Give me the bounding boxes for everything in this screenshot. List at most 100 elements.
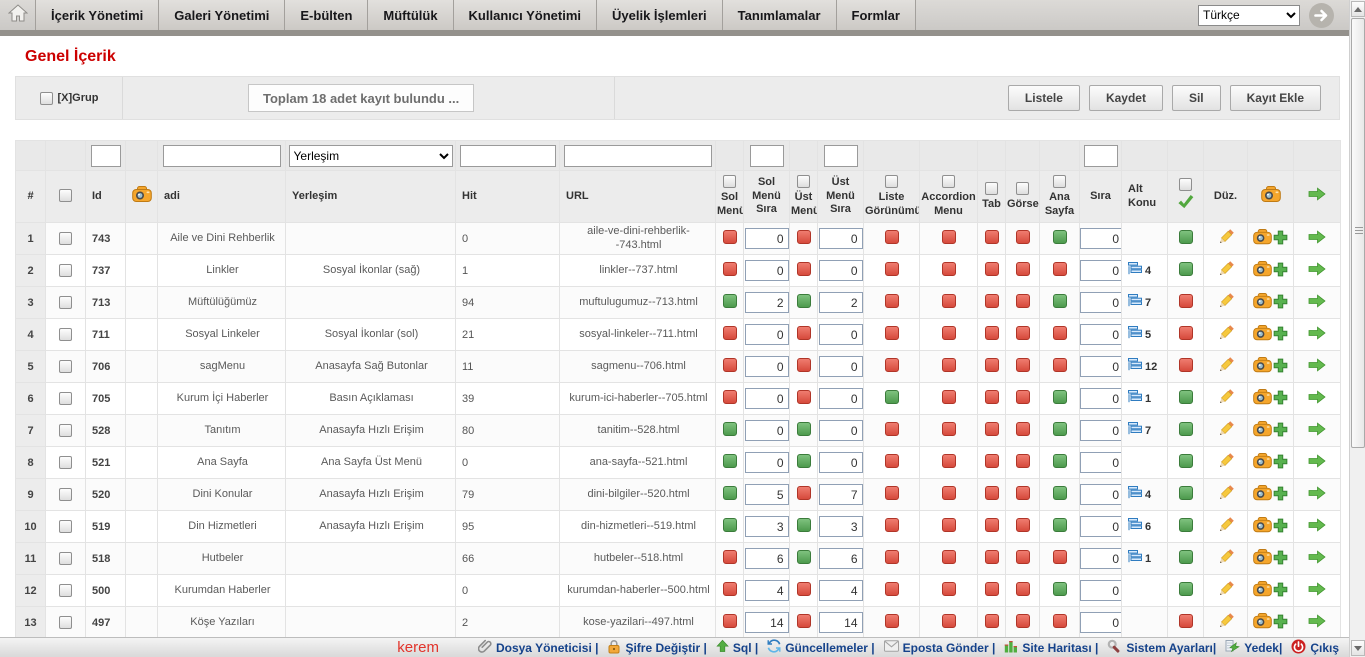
pencil-icon[interactable] <box>1217 388 1235 406</box>
durum-toggle[interactable] <box>1179 550 1193 564</box>
footer-link-6[interactable]: Sistem Ayarları| <box>1107 639 1216 657</box>
green-arrow-icon[interactable] <box>1308 326 1326 340</box>
liste-gorunumu-toggle[interactable] <box>885 390 899 404</box>
ana-sayfa-toggle[interactable] <box>1053 390 1067 404</box>
durum-toggle[interactable] <box>1179 262 1193 276</box>
plus-icon[interactable] <box>1273 294 1288 309</box>
liste-gorunumu-toggle[interactable] <box>885 614 899 628</box>
footer-link-0[interactable]: Dosya Yöneticisi | <box>478 639 599 656</box>
ana-sayfa-toggle[interactable] <box>1053 550 1067 564</box>
sira-input[interactable] <box>1080 548 1122 569</box>
sol-menu-toggle[interactable] <box>723 230 737 244</box>
camera-icon[interactable] <box>1253 261 1272 276</box>
approve-header-checkbox[interactable] <box>1179 178 1192 191</box>
camera-icon[interactable] <box>1253 453 1272 468</box>
row-checkbox[interactable] <box>59 392 72 405</box>
sol-menu-toggle[interactable] <box>723 550 737 564</box>
plus-icon[interactable] <box>1273 550 1288 565</box>
ana-sayfa-toggle[interactable] <box>1053 582 1067 596</box>
ana-sayfa-toggle[interactable] <box>1053 326 1067 340</box>
plus-icon[interactable] <box>1273 390 1288 405</box>
sol-menu-sira-input[interactable] <box>745 292 789 313</box>
gorsel-header-checkbox[interactable] <box>1016 182 1029 195</box>
sol-menu-sira-input[interactable] <box>745 452 789 473</box>
ana-sayfa-toggle[interactable] <box>1053 614 1067 628</box>
green-arrow-icon[interactable] <box>1308 614 1326 628</box>
pencil-icon[interactable] <box>1217 452 1235 470</box>
row-checkbox[interactable] <box>59 520 72 533</box>
subitems-link[interactable]: 4 <box>1128 486 1151 503</box>
nav-item-7[interactable]: Formlar <box>837 0 916 30</box>
tab-toggle[interactable] <box>985 454 999 468</box>
ust-menu-header-checkbox[interactable] <box>797 175 810 188</box>
footer-link-8[interactable]: Çıkış <box>1291 639 1339 657</box>
subitems-link[interactable]: 5 <box>1128 326 1151 343</box>
sira-input[interactable] <box>1080 420 1122 441</box>
pencil-icon[interactable] <box>1217 228 1235 246</box>
green-arrow-icon[interactable] <box>1308 262 1326 276</box>
ana-sayfa-toggle[interactable] <box>1053 262 1067 276</box>
sira-input[interactable] <box>1080 580 1122 601</box>
filter-hit-input[interactable] <box>460 145 556 167</box>
home-button[interactable] <box>0 0 36 30</box>
sira-input[interactable] <box>1080 612 1122 633</box>
gorsel-toggle[interactable] <box>1016 294 1030 308</box>
green-arrow-icon[interactable] <box>1308 582 1326 596</box>
sol-menu-sira-input[interactable] <box>745 388 789 409</box>
sira-input[interactable] <box>1080 388 1122 409</box>
tab-toggle[interactable] <box>985 582 999 596</box>
durum-toggle[interactable] <box>1179 294 1193 308</box>
gorsel-toggle[interactable] <box>1016 230 1030 244</box>
pencil-icon[interactable] <box>1217 420 1235 438</box>
filter-sira-input[interactable] <box>1084 145 1118 167</box>
footer-link-7[interactable]: Yedek| <box>1225 639 1282 656</box>
durum-toggle[interactable] <box>1179 358 1193 372</box>
camera-icon[interactable] <box>1253 389 1272 404</box>
subitems-link[interactable]: 6 <box>1128 518 1151 535</box>
ust-menu-sira-input[interactable] <box>819 452 863 473</box>
ust-menu-toggle[interactable] <box>797 518 811 532</box>
ust-menu-toggle[interactable] <box>797 422 811 436</box>
liste-gorunumu-toggle[interactable] <box>885 294 899 308</box>
subitems-link[interactable]: 12 <box>1128 358 1157 375</box>
toolbar-button-kayıt-ekle[interactable]: Kayıt Ekle <box>1230 85 1321 111</box>
ana-sayfa-toggle[interactable] <box>1053 422 1067 436</box>
sol-menu-toggle[interactable] <box>723 326 737 340</box>
liste-gorunumu-toggle[interactable] <box>885 582 899 596</box>
accordion-menu-toggle[interactable] <box>942 230 956 244</box>
filter-yerlesim-select[interactable]: Yerleşim <box>289 145 453 167</box>
plus-icon[interactable] <box>1273 518 1288 533</box>
tab-toggle[interactable] <box>985 486 999 500</box>
gorsel-toggle[interactable] <box>1016 454 1030 468</box>
sol-menu-toggle[interactable] <box>723 454 737 468</box>
row-checkbox[interactable] <box>59 584 72 597</box>
pencil-icon[interactable] <box>1217 516 1235 534</box>
gorsel-toggle[interactable] <box>1016 262 1030 276</box>
ana-sayfa-toggle[interactable] <box>1053 454 1067 468</box>
sira-input[interactable] <box>1080 484 1122 505</box>
scrollbar-thumb[interactable] <box>1351 18 1365 448</box>
tab-header-checkbox[interactable] <box>985 182 998 195</box>
sol-menu-sira-input[interactable] <box>745 420 789 441</box>
sira-input[interactable] <box>1080 228 1122 249</box>
tab-toggle[interactable] <box>985 294 999 308</box>
accordion-menu-toggle[interactable] <box>942 390 956 404</box>
scroll-up-arrow[interactable] <box>1351 1 1365 17</box>
gorsel-toggle[interactable] <box>1016 582 1030 596</box>
filter-id-input[interactable] <box>91 145 121 167</box>
nav-item-5[interactable]: Üyelik İşlemleri <box>597 0 723 30</box>
pencil-icon[interactable] <box>1217 324 1235 342</box>
accordion-menu-toggle[interactable] <box>942 518 956 532</box>
row-checkbox[interactable] <box>59 360 72 373</box>
sol-menu-sira-input[interactable] <box>745 484 789 505</box>
ust-menu-sira-input[interactable] <box>819 484 863 505</box>
scroll-down-arrow[interactable] <box>1351 640 1365 656</box>
sol-menu-toggle[interactable] <box>723 422 737 436</box>
plus-icon[interactable] <box>1273 614 1288 629</box>
ust-menu-toggle[interactable] <box>797 614 811 628</box>
ust-menu-toggle[interactable] <box>797 294 811 308</box>
ana-sayfa-toggle[interactable] <box>1053 230 1067 244</box>
durum-toggle[interactable] <box>1179 422 1193 436</box>
green-arrow-icon[interactable] <box>1308 518 1326 532</box>
plus-icon[interactable] <box>1273 486 1288 501</box>
